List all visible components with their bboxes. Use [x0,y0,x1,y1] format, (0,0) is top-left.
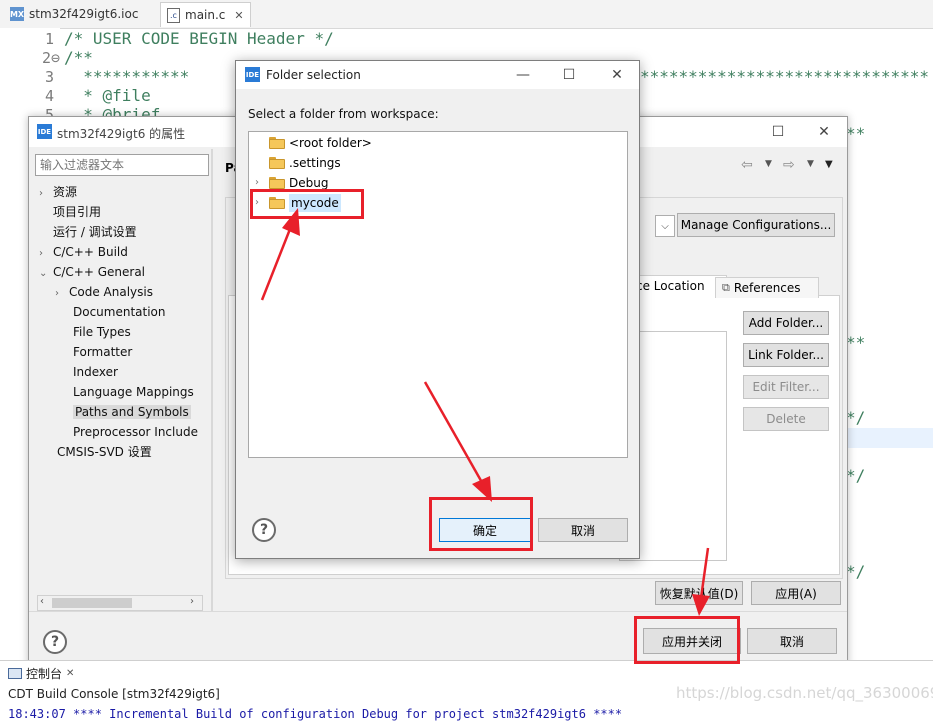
arrow-to-ok [423,381,486,487]
arrowhead [692,594,710,616]
annotation-arrows [260,208,710,616]
arrow-to-apply-close [699,547,710,599]
arrowhead [282,208,300,236]
arrow-to-mycode [260,223,294,301]
arrowhead [472,476,492,502]
